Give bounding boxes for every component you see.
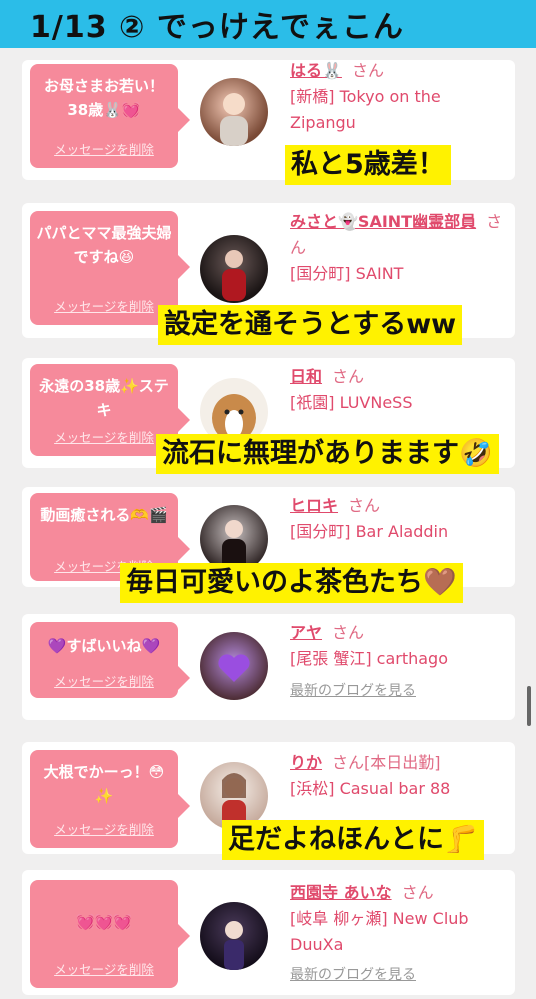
honorific: さん [332,367,365,386]
message-card: 💓💓💓 メッセージを削除 西園寺 あいな さん [岐阜 柳ヶ瀬] New Club… [22,870,515,995]
message-card: 💜すばいいね💜 メッセージを削除 アヤ さん [尾張 蟹江] carthago 最… [22,614,515,720]
shop-info: [新橋] Tokyo on the Zipangu [290,87,441,132]
shop-info: [尾張 蟹江] carthago [290,649,449,668]
shop-info: [浜松] Casual bar 88 [290,779,451,798]
honorific: さん [332,753,365,772]
message-text: 動画癒される🫶🎬 [40,506,168,524]
caption-text: 足だよねほんとに🦵 [222,820,484,860]
latest-blog-link[interactable]: 最新のブログを見る [290,680,510,700]
delete-message-link[interactable]: メッセージを削除 [30,959,178,978]
cast-name-link[interactable]: りか [290,753,322,772]
avatar[interactable] [200,235,268,303]
avatar[interactable] [200,78,268,146]
honorific: さん [401,883,434,902]
honorific: さん [348,496,381,515]
delete-message-link[interactable]: メッセージを削除 [30,296,178,315]
cast-name-link[interactable]: アヤ [290,623,322,642]
message-bubble: 大根でかーっ！😳✨ メッセージを削除 [30,750,190,848]
page-title: 1/13 ② でっけえでぇこん [0,0,536,48]
message-text: 大根でかーっ！😳✨ [43,763,165,805]
message-bubble: 💓💓💓 メッセージを削除 [30,880,190,988]
shop-info: [国分町] SAINT [290,264,404,283]
caption-text: 毎日可愛いのよ茶色たち🤎 [120,563,463,603]
shop-info: [国分町] Bar Aladdin [290,522,449,541]
latest-blog-link[interactable]: 最新のブログを見る [290,964,510,984]
cast-name-link[interactable]: 西園寺 あいな [290,883,392,902]
avatar[interactable] [200,902,268,970]
message-bubble: パパとママ最強夫婦ですね😆 メッセージを削除 [30,211,190,325]
avatar[interactable] [200,632,268,700]
honorific: さん [332,623,365,642]
message-text: 💜すばいいね💜 [47,637,161,655]
shop-info: [祇園] LUVNeSS [290,393,413,412]
message-bubble: 💜すばいいね💜 メッセージを削除 [30,622,190,698]
scrollbar[interactable] [527,686,531,726]
shop-info: [岐阜 柳ヶ瀬] New Club DuuXa [290,909,469,954]
message-bubble: お母さまお若い！38歳🐰💓 メッセージを削除 [30,64,190,168]
cast-name-link[interactable]: はる🐰 [290,61,342,80]
message-text: パパとママ最強夫婦ですね😆 [36,224,172,266]
honorific: さん [351,61,384,80]
cast-name-link[interactable]: 日和 [290,367,322,386]
cast-name-link[interactable]: みさと👻SAINT幽霊部員 [290,212,476,231]
delete-message-link[interactable]: メッセージを削除 [30,139,178,158]
message-text: お母さまお若い！38歳🐰💓 [43,77,164,119]
caption-text: 設定を通そうとするww [158,305,463,345]
cast-name-link[interactable]: ヒロキ [290,496,338,515]
message-text: 💓💓💓 [75,913,133,931]
status-badge: [本日出勤] [364,753,441,772]
caption-text: 流石に無理がありまます🤣 [156,434,499,474]
delete-message-link[interactable]: メッセージを削除 [30,671,178,690]
message-text: 永遠の38歳✨ステキ [39,377,169,419]
caption-text: 私と5歳差！ [285,145,451,185]
delete-message-link[interactable]: メッセージを削除 [30,819,178,838]
